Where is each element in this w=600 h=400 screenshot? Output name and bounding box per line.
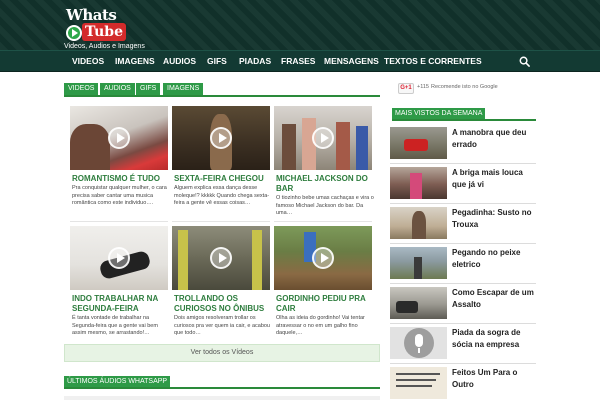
divider: [390, 163, 536, 164]
video-card[interactable]: TROLLANDO OS CURIOSOS NO ÔNIBUS Dois ami…: [172, 226, 270, 341]
video-thumbnail[interactable]: [172, 226, 270, 290]
logo-whats-text: Whats: [66, 6, 117, 24]
sidebar-item-title[interactable]: A manobra que deu errado: [452, 127, 538, 151]
site-logo[interactable]: Whats Tube Videos, Audios e Imagens: [64, 6, 145, 50]
logo-tube-text: Tube: [82, 23, 127, 41]
divider: [390, 203, 536, 204]
divider: [390, 363, 536, 364]
sidebar-item-title[interactable]: Pegadinha: Susto no Trouxa: [452, 207, 538, 231]
video-thumbnail[interactable]: [274, 106, 372, 170]
sidebar-heading: MAIS VISTOS DA SEMANA: [392, 108, 536, 121]
nav-item-mensagens[interactable]: MENSAGENS: [324, 51, 379, 72]
sidebar-item[interactable]: A manobra que deu errado: [390, 127, 536, 163]
sidebar-item-title[interactable]: Como Escapar de um Assalto: [452, 287, 538, 311]
sidebar-item-title[interactable]: Feitos Um Para o Outro: [452, 367, 538, 391]
video-title[interactable]: SEXTA-FEIRA CHEGOU: [174, 174, 274, 184]
divider: [390, 323, 536, 324]
video-thumbnail[interactable]: [172, 106, 270, 170]
video-thumbnail[interactable]: [274, 226, 372, 290]
video-description: É tanta vontade de trabalhar na Segunda-…: [72, 315, 158, 336]
video-description: Olha as ideia do gordinho! Vai tentar at…: [276, 315, 365, 336]
play-icon: [312, 127, 334, 149]
sidebar-item-title[interactable]: Pegando no peixe eletrico: [452, 247, 538, 271]
section-heading-label: ÚLTIMOS ÁUDIOS WHATSAPP: [64, 376, 171, 387]
google-plus-text: Recomende isto no Google: [431, 84, 498, 90]
sidebar-item[interactable]: Pegando no peixe eletrico: [390, 247, 536, 283]
play-icon: [108, 247, 130, 269]
video-card[interactable]: INDO TRABALHAR NA SEGUNDA-FEIRA É tanta …: [70, 226, 168, 341]
video-thumbnail[interactable]: [70, 106, 168, 170]
sidebar-thumbnail[interactable]: [390, 367, 447, 399]
google-plus-count: +115: [417, 84, 429, 90]
sidebar-item-title[interactable]: A briga mais louca que já vi: [452, 167, 538, 191]
sidebar-thumbnail[interactable]: [390, 207, 447, 239]
video-card[interactable]: GORDINHO PEDIU PRA CAIR Olha as ideia do…: [274, 226, 372, 341]
sidebar-item[interactable]: A briga mais louca que já vi: [390, 167, 536, 203]
nav-item-textos-e-correntes[interactable]: TEXTOS E CORRENTES: [384, 51, 482, 72]
video-description: O tiozinho bebe umas cachaças e vira o f…: [276, 195, 374, 216]
view-all-videos-button[interactable]: Ver todos os Vídeos: [64, 344, 380, 362]
site-header: Whats Tube Videos, Audios e Imagens: [0, 0, 600, 50]
nav-item-audios[interactable]: AUDIOS: [163, 51, 196, 72]
play-icon: [210, 247, 232, 269]
sidebar-item[interactable]: Feitos Um Para o Outro: [390, 367, 536, 400]
sidebar-item[interactable]: Piada da sogra de sócia na empresa: [390, 327, 536, 363]
nav-item-frases[interactable]: FRASES: [281, 51, 315, 72]
video-description: Pra conquistar qualquer mulher, o cara p…: [72, 185, 167, 206]
sidebar-item-title[interactable]: Piada da sogra de sócia na empresa: [452, 327, 538, 351]
video-description: Alguem explica essa dança desse moleque!…: [174, 185, 270, 206]
divider: [274, 221, 372, 222]
nav-item-videos[interactable]: VIDEOS: [72, 51, 104, 72]
content-tabs: VIDEOS AUDIOS GIFS IMAGENS: [64, 83, 380, 97]
section-content-strip: [64, 396, 380, 400]
play-icon: [312, 247, 334, 269]
divider: [172, 221, 270, 222]
nav-item-gifs[interactable]: GIFS: [207, 51, 227, 72]
tab-imagens[interactable]: IMAGENS: [163, 83, 204, 95]
sidebar-heading-label: MAIS VISTOS DA SEMANA: [392, 108, 486, 119]
google-plus-button[interactable]: G+1: [398, 83, 414, 94]
site-tagline: Videos, Audios e Imagens: [64, 43, 145, 50]
video-title[interactable]: MICHAEL JACKSON DO BAR: [276, 174, 376, 194]
sidebar-thumbnail[interactable]: [390, 327, 447, 359]
nav-item-piadas[interactable]: PIADAS: [239, 51, 271, 72]
divider: [390, 243, 536, 244]
tab-gifs[interactable]: GIFS: [136, 83, 161, 95]
video-title[interactable]: INDO TRABALHAR NA SEGUNDA-FEIRA: [72, 294, 172, 314]
sidebar-thumbnail[interactable]: [390, 167, 447, 199]
video-card[interactable]: SEXTA-FEIRA CHEGOU Alguem explica essa d…: [172, 106, 270, 218]
play-icon: [210, 127, 232, 149]
video-card[interactable]: ROMANTISMO É TUDO Pra conquistar qualque…: [70, 106, 168, 218]
sidebar-item[interactable]: Pegadinha: Susto no Trouxa: [390, 207, 536, 243]
divider: [390, 283, 536, 284]
sidebar-item[interactable]: Como Escapar de um Assalto: [390, 287, 536, 323]
play-icon: [108, 127, 130, 149]
logo-play-icon: [66, 25, 82, 41]
section-heading-audios: ÚLTIMOS ÁUDIOS WHATSAPP: [64, 376, 380, 389]
video-title[interactable]: TROLLANDO OS CURIOSOS NO ÔNIBUS: [174, 294, 274, 314]
sidebar-thumbnail[interactable]: [390, 247, 447, 279]
tab-videos[interactable]: VIDEOS: [64, 83, 99, 95]
sidebar-thumbnail[interactable]: [390, 127, 447, 159]
tab-audios[interactable]: AUDIOS: [100, 83, 135, 95]
sidebar-thumbnail[interactable]: [390, 287, 447, 319]
nav-item-imagens[interactable]: IMAGENS: [115, 51, 155, 72]
search-icon[interactable]: [519, 56, 530, 67]
video-title[interactable]: GORDINHO PEDIU PRA CAIR: [276, 294, 376, 314]
main-nav: VIDEOS IMAGENS AUDIOS GIFS PIADAS FRASES…: [0, 50, 600, 72]
video-thumbnail[interactable]: [70, 226, 168, 290]
video-description: Dois amigos resolveram trollar os curios…: [174, 315, 270, 336]
microphone-icon: [404, 328, 434, 358]
divider: [70, 221, 168, 222]
video-card[interactable]: MICHAEL JACKSON DO BAR O tiozinho bebe u…: [274, 106, 374, 218]
video-title[interactable]: ROMANTISMO É TUDO: [72, 174, 172, 184]
